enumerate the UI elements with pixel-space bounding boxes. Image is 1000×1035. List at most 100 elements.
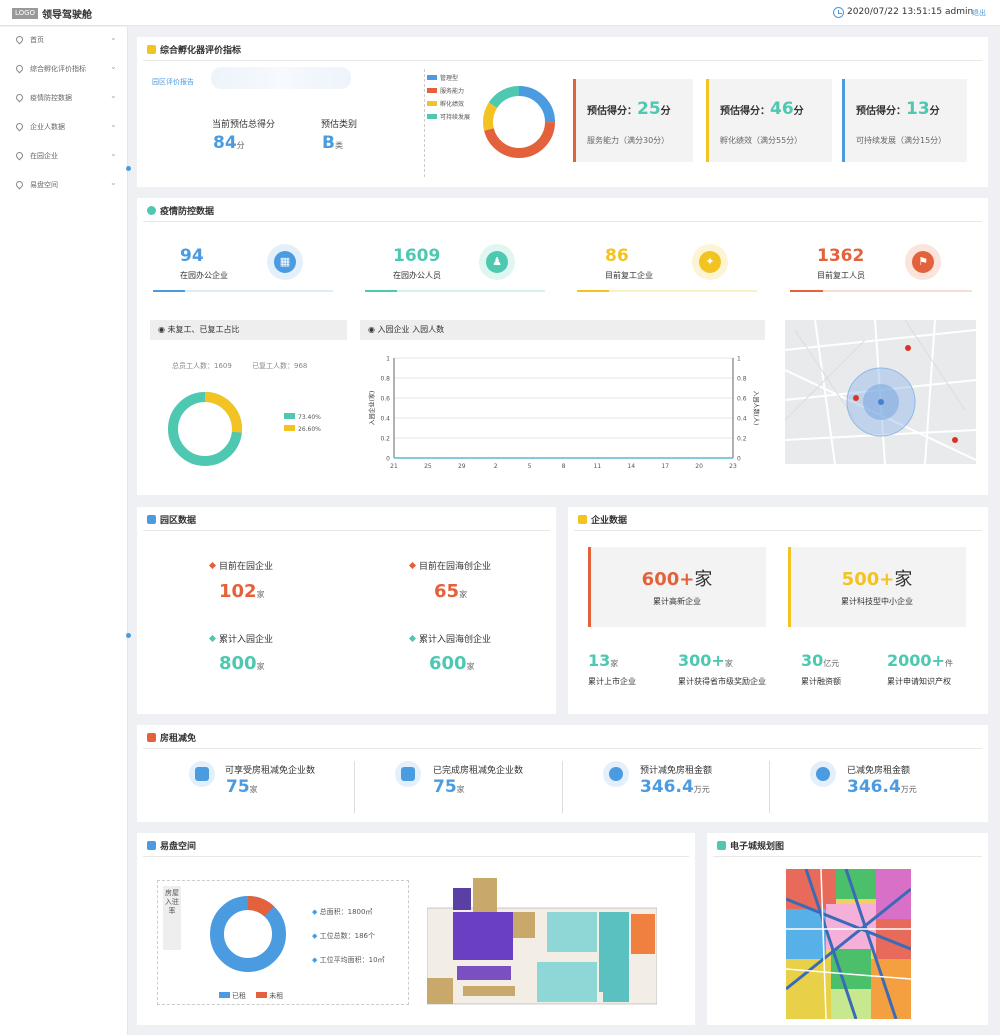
panel-title: 易盘空间 (147, 839, 196, 855)
collapse-handle[interactable] (126, 633, 131, 638)
sidebar-item-space[interactable]: 易盘空间 ⌄ (0, 172, 128, 200)
top-header: LOGO 领导驾驶舱 2020/07/22 13:51:15 admin 退出 (0, 0, 1000, 26)
enterprise-stat-value: 13家 (588, 651, 619, 670)
enterprise-stat-label: 累计获得省市级奖励企业 (678, 677, 766, 686)
enterprise-stat-value: 300+家 (678, 651, 733, 670)
y-tick-label: 1 (386, 356, 390, 363)
location-pin-icon (14, 121, 25, 132)
chevron-down-icon: ⌄ (110, 178, 117, 187)
rent-panel: 房租减免 可享受房租减免企业数 75家 已完成房租减免企业数 75家 预计减免房… (137, 725, 988, 822)
house-icon (189, 761, 215, 787)
stat-label: 目前复工人员 (817, 271, 865, 280)
park-label: 目前在园企业 (208, 559, 273, 572)
x-tick-label: 5 (528, 463, 532, 470)
sidebar-item-incubator[interactable]: 综合孵化评价指标 ⌄ (0, 56, 128, 84)
floor-plan[interactable] (427, 878, 657, 1008)
logo: LOGO (12, 8, 38, 19)
x-tick-label: 29 (458, 463, 466, 470)
y2-tick-label: 0.6 (737, 396, 747, 403)
sidebar-item-label: 企业人数据 (30, 123, 65, 131)
x-tick-label: 14 (627, 463, 635, 470)
y2-tick-label: 0 (737, 456, 741, 463)
progress-fill (153, 290, 186, 292)
sidebar-item-enterprise-people[interactable]: 企业人数据 ⌄ (0, 114, 128, 142)
park-label: 目前在园海创企业 (408, 559, 491, 572)
enterprise-panel: 企业数据 600+家 累计高新企业 500+家 累计科技型中小企业 13家 累计… (568, 507, 988, 714)
location-pin-icon (14, 34, 25, 45)
sidebar-item-home[interactable]: 首页 ⌄ (0, 27, 128, 55)
diamond-icon (408, 634, 417, 643)
total-area: ◆ 总面积：1800㎡ (312, 908, 373, 916)
divider (424, 69, 425, 177)
x-tick-label: 8 (562, 463, 566, 470)
city-plan-map[interactable] (786, 869, 911, 1019)
x-tick-label: 21 (390, 463, 398, 470)
progress-track (577, 290, 757, 292)
park-value: 102家 (219, 581, 265, 602)
plus-circle-icon (147, 206, 156, 215)
map-pin-icon (952, 437, 958, 443)
x-tick-label: 23 (729, 463, 737, 470)
document-icon (147, 45, 156, 54)
enterprise-card-value: 500+家 (841, 569, 913, 590)
progress-fill (577, 290, 610, 292)
clock-icon (833, 7, 844, 18)
current-score: 84分 (213, 133, 245, 153)
panel-title: 房租减免 (147, 731, 196, 747)
category-value: B类 (322, 133, 343, 153)
sidebar-item-label: 综合孵化评价指标 (30, 65, 86, 73)
y2-tick-label: 0.4 (737, 416, 747, 423)
rent-label: 已完成房租减免企业数 (433, 766, 524, 776)
rent-value: 75家 (226, 777, 258, 797)
location-map[interactable] (785, 320, 976, 464)
donut-legend: 管理型 服务能力 孵化绩效 可持续发展 (427, 73, 470, 125)
city-map-panel: 电子城规划图 (707, 833, 988, 1025)
stat-value: 1362 (817, 246, 865, 266)
bus-icon (147, 515, 156, 524)
epidemic-panel: 疫情防控数据 94 在园办公企业 ▦ 1609 在园办公人员 ♟ 86 目前复工… (137, 198, 988, 495)
x-tick-label: 2 (494, 463, 498, 470)
ratio-subheader: ◉ 未复工、已复工占比 (150, 320, 347, 340)
y2-tick-label: 1 (737, 356, 741, 363)
collapse-handle[interactable] (126, 166, 131, 171)
incubator-panel: 综合孵化器评价指标 园区评价报告 当前预估总得分 84分 预估类别 B类 管理型… (137, 37, 988, 187)
y-tick-label: 0.4 (380, 416, 390, 423)
park-value: 65家 (434, 581, 468, 602)
park-label: 累计入园海创企业 (408, 632, 491, 645)
card-accent (573, 79, 576, 162)
enterprise-card: 600+家 累计高新企业 (588, 547, 766, 627)
score-card-sustainable: 预估得分：13分 可持续发展（满分15分） (842, 79, 967, 162)
park-value: 600家 (429, 653, 475, 674)
entry-subheader: ◉ 入园企业 入园人数 (360, 320, 765, 340)
avg-area: ◆ 工位平均面积：10㎡ (312, 956, 385, 964)
rent-label: 已减免房租金额 (847, 766, 911, 776)
panel-title: 疫情防控数据 (147, 204, 214, 220)
money-bag-icon (603, 761, 629, 787)
stat-value: 1609 (393, 246, 441, 266)
worker-icon: ⚑ (905, 244, 941, 280)
progress-fill (790, 290, 823, 292)
chevron-down-icon: ⌄ (110, 149, 117, 158)
occupancy-donut-chart: 88% (210, 896, 286, 972)
enterprise-stat-value: 30亿元 (801, 651, 840, 670)
y-tick-label: 0 (386, 456, 390, 463)
diamond-icon (208, 634, 217, 643)
park-panel: 园区数据 目前在园企业 102家 目前在园海创企业 65家 累计入园企业 800… (137, 507, 556, 714)
chevron-down-icon: ⌄ (110, 33, 117, 42)
x-tick-label: 20 (695, 463, 703, 470)
username[interactable]: admin (945, 7, 973, 17)
chevron-down-icon: ⌄ (110, 91, 117, 100)
stat-value: 94 (180, 246, 204, 266)
diamond-icon (408, 561, 417, 570)
report-link[interactable]: 园区评价报告 (152, 77, 194, 87)
panel-title: 园区数据 (147, 513, 196, 529)
sidebar-item-epidemic[interactable]: 疫情防控数据 ⌄ (0, 85, 128, 113)
enterprise-stat-label: 累计融资额 (801, 677, 841, 686)
logout-link[interactable]: 退出 (972, 8, 986, 18)
occupancy-side-label: 房屋入驻率 (163, 886, 181, 950)
report-banner (211, 67, 351, 89)
house-icon (147, 733, 156, 742)
chevron-down-icon: ⌄ (110, 120, 117, 129)
rent-value: 346.4万元 (847, 777, 917, 797)
sidebar-item-in-park[interactable]: 在园企业 ⌄ (0, 143, 128, 171)
